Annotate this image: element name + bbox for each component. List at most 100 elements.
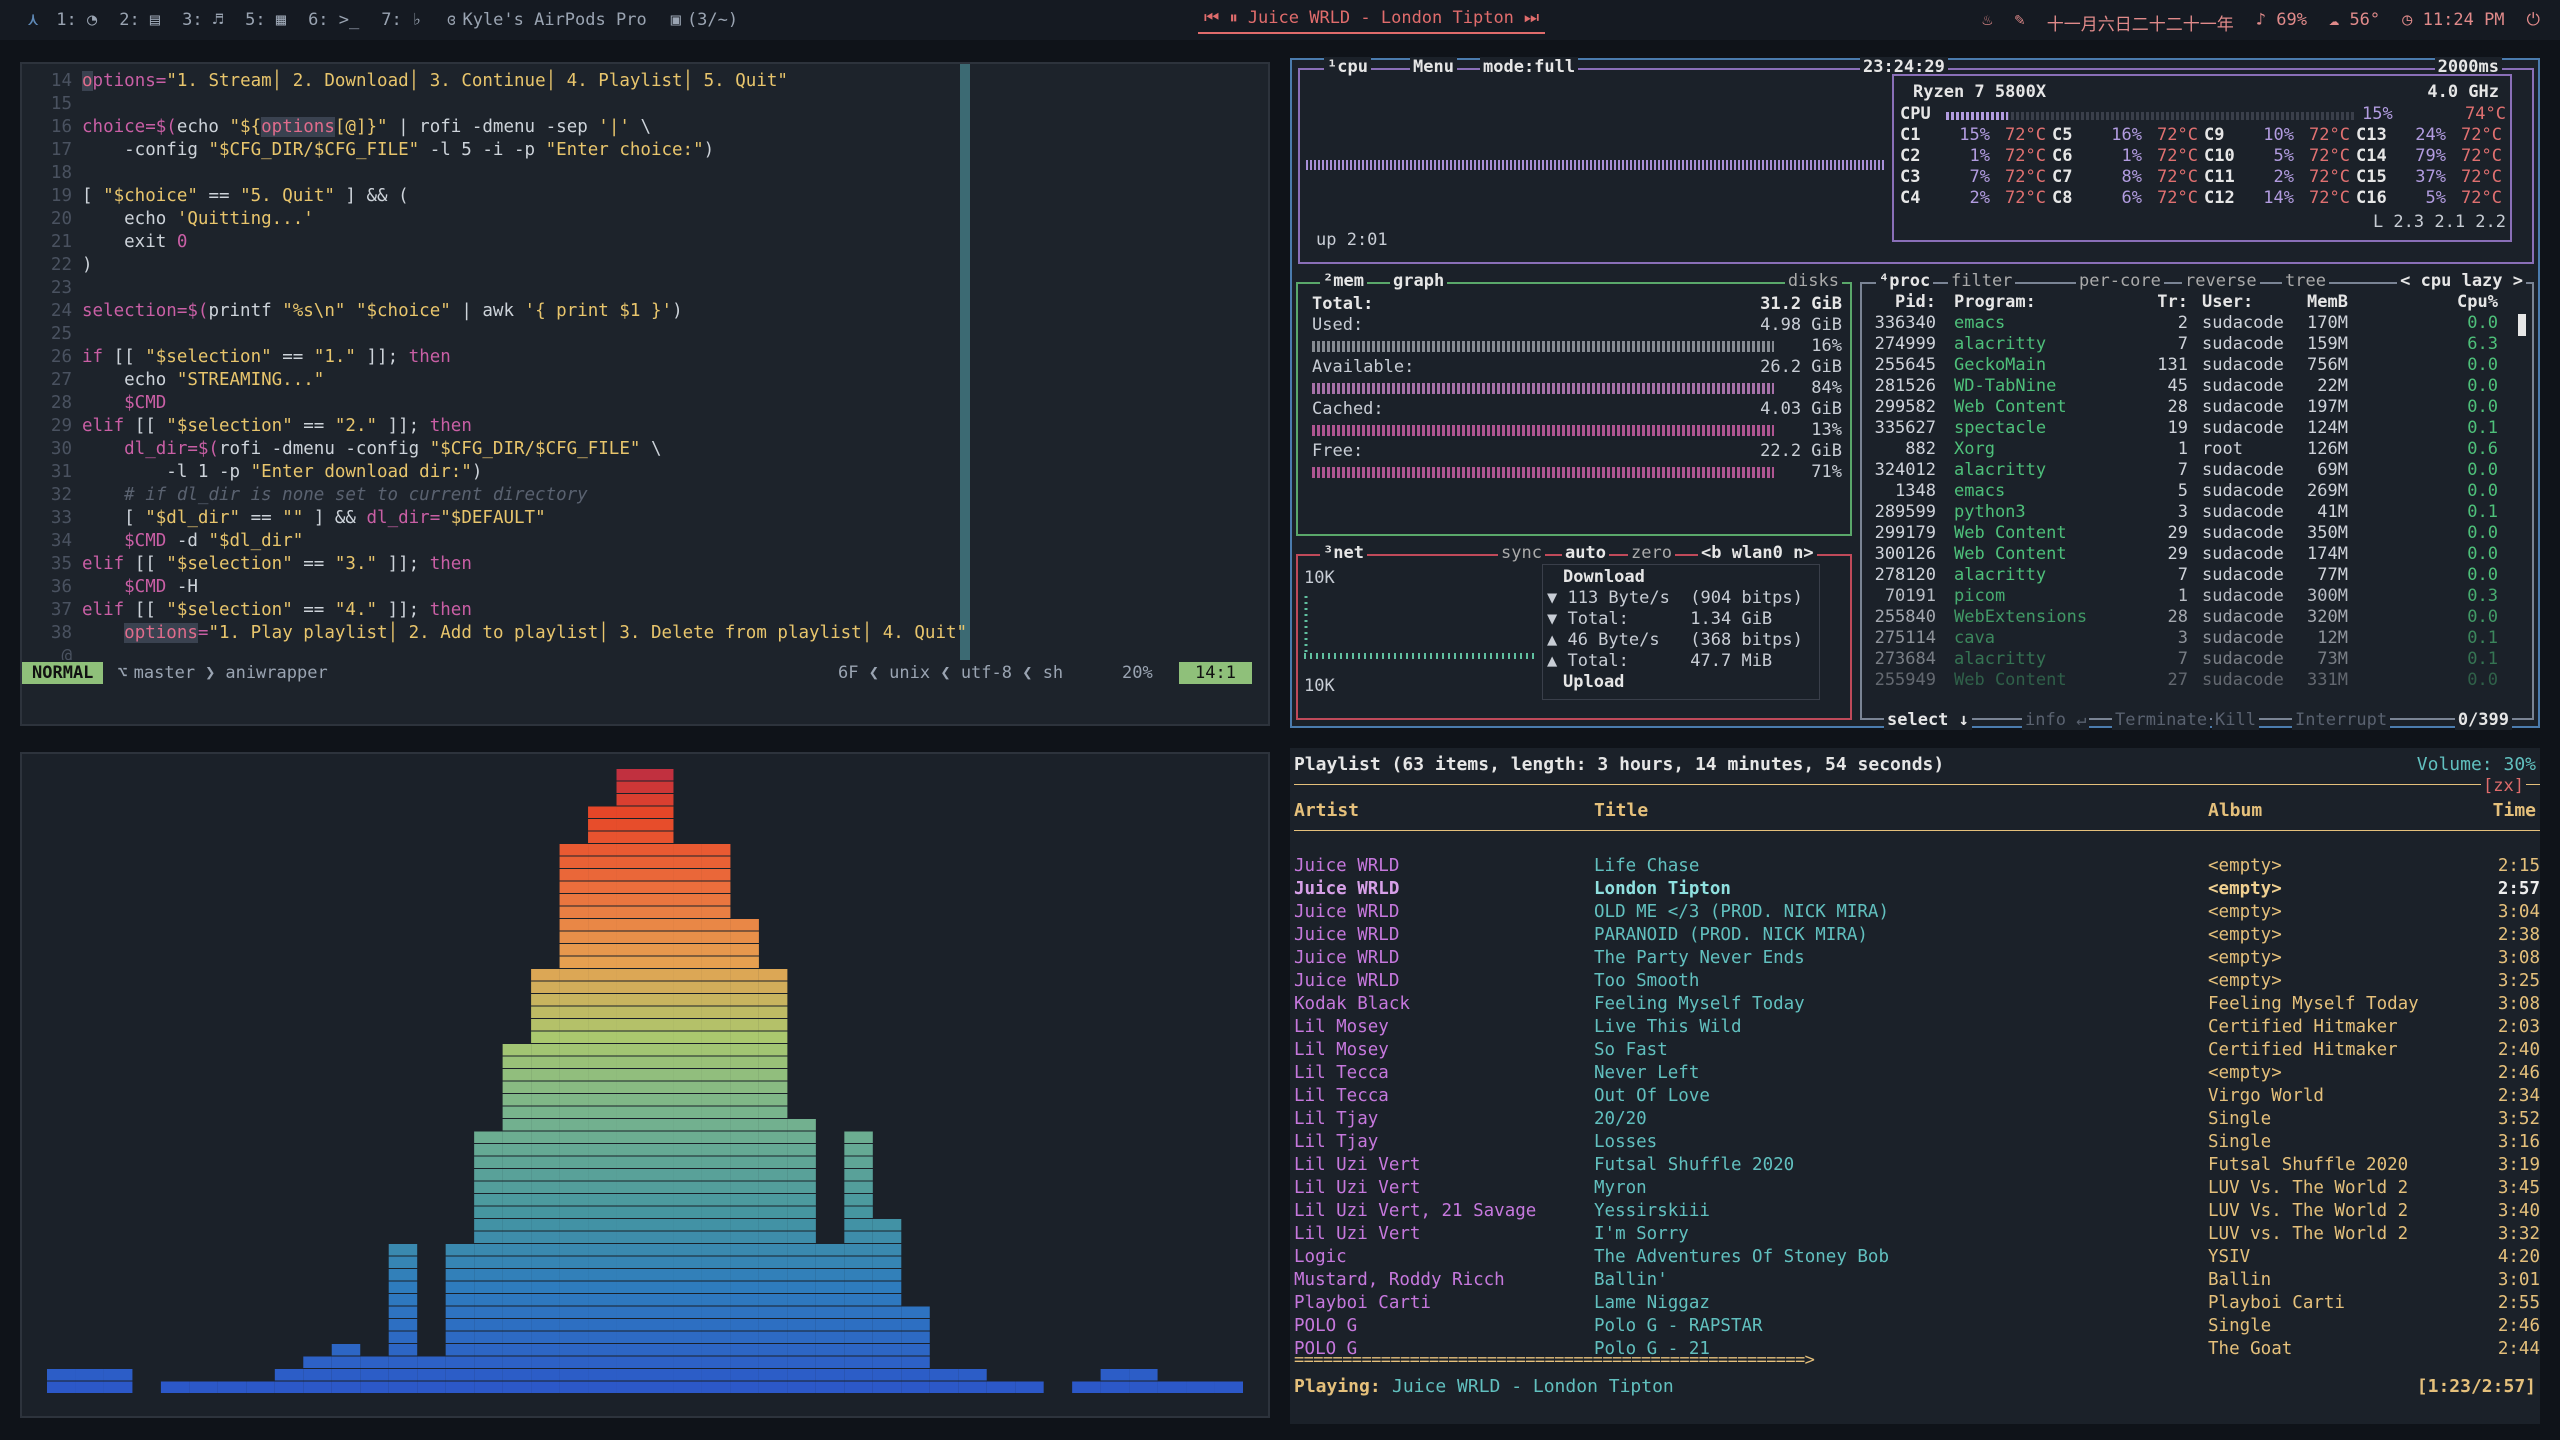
process-row[interactable]: 324012 alacritty 7 sudacode 69M 0.0 (1862, 460, 2522, 481)
code-line[interactable]: 19 [ "$choice" == "5. Quit" ] && ( (22, 185, 409, 208)
reverse-toggle[interactable]: reverse (2182, 271, 2260, 291)
workspace-2[interactable]: 3: ♬ (182, 10, 223, 30)
zero-toggle[interactable]: zero (1628, 543, 1675, 563)
cpu-box-label[interactable]: ¹cpu (1324, 57, 1371, 77)
process-row[interactable]: 278120 alacritty 7 sudacode 77M 0.0 (1862, 565, 2522, 586)
playlist-row[interactable]: Juice WRLD The Party Never Ends <empty> 3:0… (1294, 947, 2540, 970)
playlist-row[interactable]: Juice WRLD Life Chase <empty> 2:15 (1294, 855, 2540, 878)
process-row[interactable]: 289599 python3 3 sudacode 41M 0.1 (1862, 502, 2522, 523)
album-column-header[interactable]: Album (2208, 800, 2262, 821)
playlist-row[interactable]: Lil Mosey Live This Wild Certified Hitmake… (1294, 1016, 2540, 1039)
playlist-row[interactable]: Lil Uzi Vert Futsal Shuffle 2020 Futsal Sh… (1294, 1154, 2540, 1177)
code-line[interactable]: 15 (22, 93, 82, 116)
process-row[interactable]: 255645 GeckoMain 131 sudacode 756M 0.0 (1862, 355, 2522, 376)
playlist-row[interactable]: Lil Tjay Losses Single 3:16 (1294, 1131, 2540, 1154)
process-row[interactable]: 273684 alacritty 7 sudacode 73M 0.1 (1862, 649, 2522, 670)
process-row[interactable]: 300126 Web Content 29 sudacode 174M 0.0 (1862, 544, 2522, 565)
updates-count[interactable]: (3/~) (687, 10, 738, 30)
playlist-row[interactable]: Lil Tecca Out Of Love Virgo World 2:34 (1294, 1085, 2540, 1108)
workspace-1[interactable]: 2: ▤ (119, 10, 160, 30)
editor-scrollbar[interactable] (960, 64, 970, 664)
playlist-row[interactable]: Lil Uzi Vert, 21 Savage Yessirskiii LUV Vs… (1294, 1200, 2540, 1223)
net-box-label[interactable]: ³net (1320, 543, 1367, 563)
tree-toggle[interactable]: tree (2282, 271, 2329, 291)
playlist-row[interactable]: Playboi Carti Lame Niggaz Playboi Carti 2:5… (1294, 1292, 2540, 1315)
code-line[interactable]: 22) (22, 254, 93, 277)
code-line[interactable]: 26 if [[ "$selection" == "1." ]]; then (22, 346, 451, 369)
process-row[interactable]: 70191 picom 1 sudacode 300M 0.3 (1862, 586, 2522, 607)
code-line[interactable]: 33 [ "$dl_dir" == "" ] && dl_dir="$DEFAU… (22, 507, 546, 530)
menu-button[interactable]: Menu (1410, 57, 1457, 77)
code-line[interactable]: 29 elif [[ "$selection" == "2." ]]; then (22, 415, 472, 438)
system-monitor-window[interactable]: ¹cpu Menu mode:full 23:24:29 2000ms up 2… (1290, 57, 2540, 730)
proc-action-1[interactable]: info ↵ (2022, 710, 2090, 730)
playlist-row[interactable]: Juice WRLD PARANOID (PROD. NICK MIRA) <emp… (1294, 924, 2540, 947)
interface-selector[interactable]: <b wlan0 n> (1698, 543, 1817, 563)
playlist-row[interactable]: Lil Tecca Never Left <empty> 2:46 (1294, 1062, 2540, 1085)
playlist-row[interactable]: Mustard, Roddy Ricch Ballin' Ballin 3:01 (1294, 1269, 2540, 1292)
title-column-header[interactable]: Title (1594, 800, 1648, 821)
process-row[interactable]: 281526 WD-TabNine 45 sudacode 22M 0.0 (1862, 376, 2522, 397)
playlist-row[interactable]: Juice WRLD OLD ME </3 (PROD. NICK MIRA) <e… (1294, 901, 2540, 924)
code-line[interactable]: 31 -l 1 -p "Enter download dir:") (22, 461, 482, 484)
code-line[interactable]: 36 $CMD -H (22, 576, 198, 599)
playlist-row[interactable]: Lil Uzi Vert I'm Sorry LUV vs. The World 2… (1294, 1223, 2540, 1246)
arch-logo-icon[interactable]: ⋏ (28, 10, 38, 30)
process-row[interactable]: 255949 Web Content 27 sudacode 331M 0.0 (1862, 670, 2522, 691)
filter-button[interactable]: filter (1948, 271, 2016, 291)
artist-column-header[interactable]: Artist (1294, 800, 1359, 821)
disks-toggle[interactable]: disks (1784, 271, 1842, 291)
code-line[interactable]: 37 elif [[ "$selection" == "4." ]]; then (22, 599, 472, 622)
code-line[interactable]: 34 $CMD -d "$dl_dir" (22, 530, 303, 553)
next-icon[interactable]: ⏭ (1524, 8, 1539, 28)
playlist-row[interactable]: Lil Mosey So Fast Certified Hitmaker 2:40 (1294, 1039, 2540, 1062)
code-line[interactable]: 16 choice=$(echo "${options[@]}" | rofi -… (22, 116, 651, 139)
code-line[interactable]: 20 echo 'Quitting...' (22, 208, 314, 231)
playlist-row[interactable]: Juice WRLD Too Smooth <empty> 3:25 (1294, 970, 2540, 993)
code-line[interactable]: 25 (22, 323, 82, 346)
power-icon[interactable]: ⏻ (2527, 10, 2540, 35)
proc-action-2[interactable]: Terminate (2112, 710, 2211, 730)
playlist-row[interactable]: Lil Uzi Vert Myron LUV Vs. The World 2 3:45 (1294, 1177, 2540, 1200)
code-line[interactable]: 14 options="1. Stream│ 2. Download│ 3. Co… (22, 70, 788, 93)
mem-graph-toggle[interactable]: graph (1390, 271, 1448, 291)
code-line[interactable]: 38 options="1. Play playlist│ 2. Add to … (22, 622, 967, 645)
progress-bar[interactable]: ========================================… (1294, 1350, 1815, 1371)
playlist-row[interactable]: Lil Tjay 20/20 Single 3:52 (1294, 1108, 2540, 1131)
proc-action-4[interactable]: Interrupt (2292, 710, 2391, 730)
code-line[interactable]: 18 (22, 162, 82, 185)
now-playing[interactable]: ⏮ ⏸ Juice WRLD - London Tipton ⏭ (1198, 8, 1546, 34)
workspace-0[interactable]: 1: ◔ (56, 10, 97, 30)
code-line[interactable]: 27 echo "STREAMING..." (22, 369, 324, 392)
process-row[interactable]: 882 Xorg 1 root 126M 0.6 (1862, 439, 2522, 460)
process-row[interactable]: 335627 spectacle 19 sudacode 124M 0.1 (1862, 418, 2522, 439)
code-line[interactable]: 30 dl_dir=$(rofi -dmenu -config "$CFG_DI… (22, 438, 662, 461)
code-line[interactable]: 21 exit 0 (22, 231, 187, 254)
process-row[interactable]: 255840 WebExtensions 28 sudacode 320M 0.0 (1862, 607, 2522, 628)
code-line[interactable]: 24 selection=$(printf "%s\n" "$choice" | … (22, 300, 683, 323)
sort-selector[interactable]: < cpu lazy > (2397, 271, 2526, 291)
code-line[interactable]: 32 # if dl_dir is none set to current di… (22, 484, 588, 507)
mem-box-label[interactable]: ²mem (1320, 271, 1367, 291)
auto-toggle[interactable]: auto (1562, 543, 1609, 563)
process-row[interactable]: 299179 Web Content 29 sudacode 350M 0.0 (1862, 523, 2522, 544)
proc-scrollbar[interactable] (2518, 314, 2526, 336)
proc-action-0[interactable]: select ↓ (1884, 710, 1972, 730)
workspace-3[interactable]: 5: ▦ (245, 10, 286, 30)
process-row[interactable]: 336340 emacs 2 sudacode 170M 0.0 (1862, 313, 2522, 334)
workspace-5[interactable]: 7: ♭ (381, 10, 422, 30)
process-row[interactable]: 1348 emacs 5 sudacode 269M 0.0 (1862, 481, 2522, 502)
volume-indicator[interactable]: Volume: 30% (2417, 754, 2536, 775)
proc-action-3[interactable]: Kill (2212, 710, 2259, 730)
process-row[interactable]: 299582 Web Content 28 sudacode 197M 0.0 (1862, 397, 2522, 418)
bluetooth-device[interactable]: Kyle's AirPods Pro (462, 10, 646, 30)
process-row[interactable]: 275114 cava 3 sudacode 12M 0.1 (1862, 628, 2522, 649)
previous-icon[interactable]: ⏮ (1204, 8, 1219, 28)
volume-level[interactable]: 69% (2276, 10, 2307, 30)
proc-box-label[interactable]: ⁴proc (1876, 271, 1934, 291)
playlist-row[interactable]: Juice WRLD London Tipton <empty> 2:57 (1294, 878, 2540, 901)
time-column-header[interactable]: Time (2493, 800, 2536, 821)
sync-toggle[interactable]: sync (1498, 543, 1545, 563)
code-line[interactable]: 17 -config "$CFG_DIR/$CFG_FILE" -l 5 -i … (22, 139, 714, 162)
code-line[interactable]: 23 (22, 277, 82, 300)
